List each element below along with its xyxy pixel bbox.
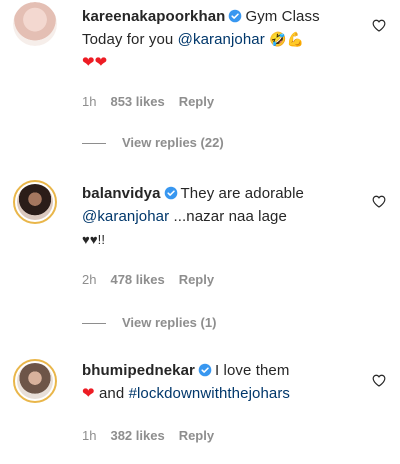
comment-bhumipednekar: bhumipednekar I love them ❤ and #lockdown…	[0, 345, 400, 464]
avatar[interactable]	[13, 359, 57, 403]
comment-balanvidya: balanvidya They are adorable @karanjohar …	[0, 170, 400, 340]
hashtag-link[interactable]: #lockdownwiththejohars	[129, 385, 290, 402]
divider	[82, 323, 106, 325]
avatar[interactable]	[13, 2, 57, 46]
username[interactable]: kareenakapoorkhan	[82, 8, 225, 25]
comment-text: balanvidya They are adorable @karanjohar …	[82, 182, 362, 251]
reply-button[interactable]: Reply	[179, 272, 214, 287]
comment-body: I love them	[215, 362, 290, 379]
comment-text: kareenakapoorkhan Gym Class Today for you…	[82, 5, 362, 74]
verified-badge-icon	[164, 186, 177, 200]
heart-outline-icon[interactable]	[372, 195, 386, 208]
timestamp: 2h	[82, 272, 97, 287]
likes-count[interactable]: 478 likes	[110, 272, 164, 287]
divider	[82, 143, 106, 145]
view-replies-button[interactable]: View replies (1)	[82, 315, 216, 331]
comment-body-line2: ...nazar naa lage	[173, 208, 287, 225]
comment-body-line3: ♥♥!!	[82, 232, 106, 247]
comment-kareenakapoorkhan: kareenakapoorkhan Gym Class Today for you…	[0, 0, 400, 160]
likes-count[interactable]: 382 likes	[110, 428, 164, 443]
verified-badge-icon	[198, 363, 212, 377]
comment-meta: 1h 853 likes Reply	[82, 94, 228, 110]
comment-body-and: and	[98, 385, 125, 402]
username[interactable]: bhumipednekar	[82, 362, 195, 379]
emoji-group: 🤣💪	[269, 31, 305, 47]
comment-body: Gym Class	[245, 8, 320, 25]
comment-meta: 1h 382 likes Reply	[82, 428, 228, 444]
mention-link[interactable]: @karanjohar	[82, 208, 169, 225]
avatar[interactable]	[13, 180, 57, 224]
likes-count[interactable]: 853 likes	[110, 94, 164, 109]
mention-link[interactable]: @karanjohar	[178, 31, 265, 48]
timestamp: 1h	[82, 428, 97, 443]
reply-button[interactable]: Reply	[179, 428, 214, 443]
red-hearts: ❤❤	[82, 54, 108, 71]
comment-meta: 2h 478 likes Reply	[82, 272, 228, 288]
comment-body-line2: Today for you	[82, 31, 174, 48]
heart-outline-icon[interactable]	[372, 19, 386, 32]
timestamp: 1h	[82, 94, 97, 109]
view-replies-button[interactable]: View replies (22)	[82, 135, 224, 151]
verified-badge-icon	[229, 9, 242, 23]
username[interactable]: balanvidya	[82, 185, 161, 202]
reply-button[interactable]: Reply	[179, 94, 214, 109]
comment-text: bhumipednekar I love them ❤ and #lockdown…	[82, 359, 362, 405]
red-heart: ❤	[82, 385, 95, 402]
heart-outline-icon[interactable]	[372, 374, 386, 387]
comment-body: They are adorable	[180, 185, 304, 202]
